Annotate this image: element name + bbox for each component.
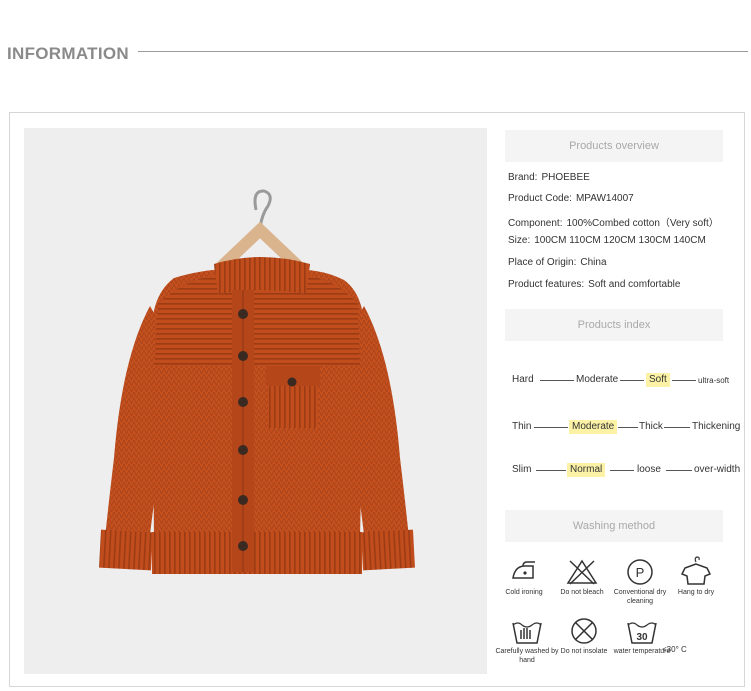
info-row-brand: Brand: PHOEBEE <box>508 172 590 183</box>
scale-option: Thick <box>639 421 663 432</box>
water-temp-icon: 30 <box>627 622 657 644</box>
fit-scale: Slim Normal loose over-width <box>506 463 746 483</box>
scale-connector <box>620 380 644 381</box>
info-row-features: Product features: Soft and comfortable <box>508 279 680 290</box>
scale-option: ultra-soft <box>698 376 730 385</box>
scale-connector <box>534 427 568 428</box>
iron-icon <box>512 561 535 579</box>
scale-option: loose <box>637 464 661 475</box>
scale-connector <box>618 427 638 428</box>
title-divider <box>138 51 748 52</box>
info-row-origin: Place of Origin: China <box>508 257 607 268</box>
dry-clean-symbol: P <box>636 565 645 580</box>
scale-connector <box>540 380 574 381</box>
scale-option: Slim <box>512 464 532 475</box>
info-label: Brand: <box>508 172 538 183</box>
softness-scale: Hard Moderate Soft ultra-soft <box>506 373 746 393</box>
hand-wash-icon <box>512 622 542 644</box>
scale-option-selected: Soft <box>646 373 670 387</box>
hang-dry-icon <box>680 556 712 585</box>
overview-heading: Products overview <box>505 130 723 162</box>
thickness-scale: Thin Moderate Thick Thickening <box>506 420 746 440</box>
scale-option: Hard <box>512 374 534 385</box>
info-row-size: Size: 100CM 110CM 120CM 130CM 140CM <box>508 235 706 246</box>
info-row-component: Component: 100%Combed cotton（Very soft） <box>508 214 719 229</box>
info-value: 100%Combed cotton（Very soft） <box>566 218 719 229</box>
washing-heading: Washing method <box>505 510 723 542</box>
info-label: Product features: <box>508 279 585 290</box>
wash-hang-dry: Hang to dry <box>659 556 733 597</box>
scale-connector <box>536 470 566 471</box>
scale-option: Thickening <box>692 421 741 432</box>
index-heading: Products index <box>505 309 723 341</box>
cardigan-image <box>99 189 415 574</box>
info-value: Soft and comfortable <box>588 279 681 290</box>
temperature-note: <30° C <box>662 645 687 654</box>
scale-option-selected: Moderate <box>569 420 618 434</box>
scale-connector <box>664 427 690 428</box>
water-temp-value: 30 <box>636 632 648 643</box>
info-value: PHOEBEE <box>541 172 590 183</box>
scale-connector <box>666 470 692 471</box>
dry-clean-icon: P <box>627 559 653 585</box>
no-bleach-icon <box>566 559 598 585</box>
wash-label: Hang to dry <box>677 589 715 596</box>
info-label: Place of Origin: <box>508 257 577 268</box>
info-value: MPAW14007 <box>575 193 634 204</box>
scale-option: over-width <box>694 464 741 475</box>
info-label: Component: <box>508 218 563 229</box>
scale-option-selected: Normal <box>567 463 606 477</box>
product-photo <box>24 128 487 674</box>
info-row-product-code: Product Code: MPAW14007 <box>508 193 634 204</box>
scale-connector <box>672 380 696 381</box>
scale-option: Moderate <box>576 374 619 385</box>
info-value: China <box>580 257 607 268</box>
no-tumble-dry-icon <box>571 618 597 644</box>
info-label: Size: <box>508 235 531 246</box>
scale-connector <box>610 470 634 471</box>
info-label: Product Code: <box>508 193 572 204</box>
scale-option: Thin <box>512 421 532 432</box>
info-value: 100CM 110CM 120CM 130CM 140CM <box>534 235 706 246</box>
section-title: INFORMATION <box>7 44 129 63</box>
